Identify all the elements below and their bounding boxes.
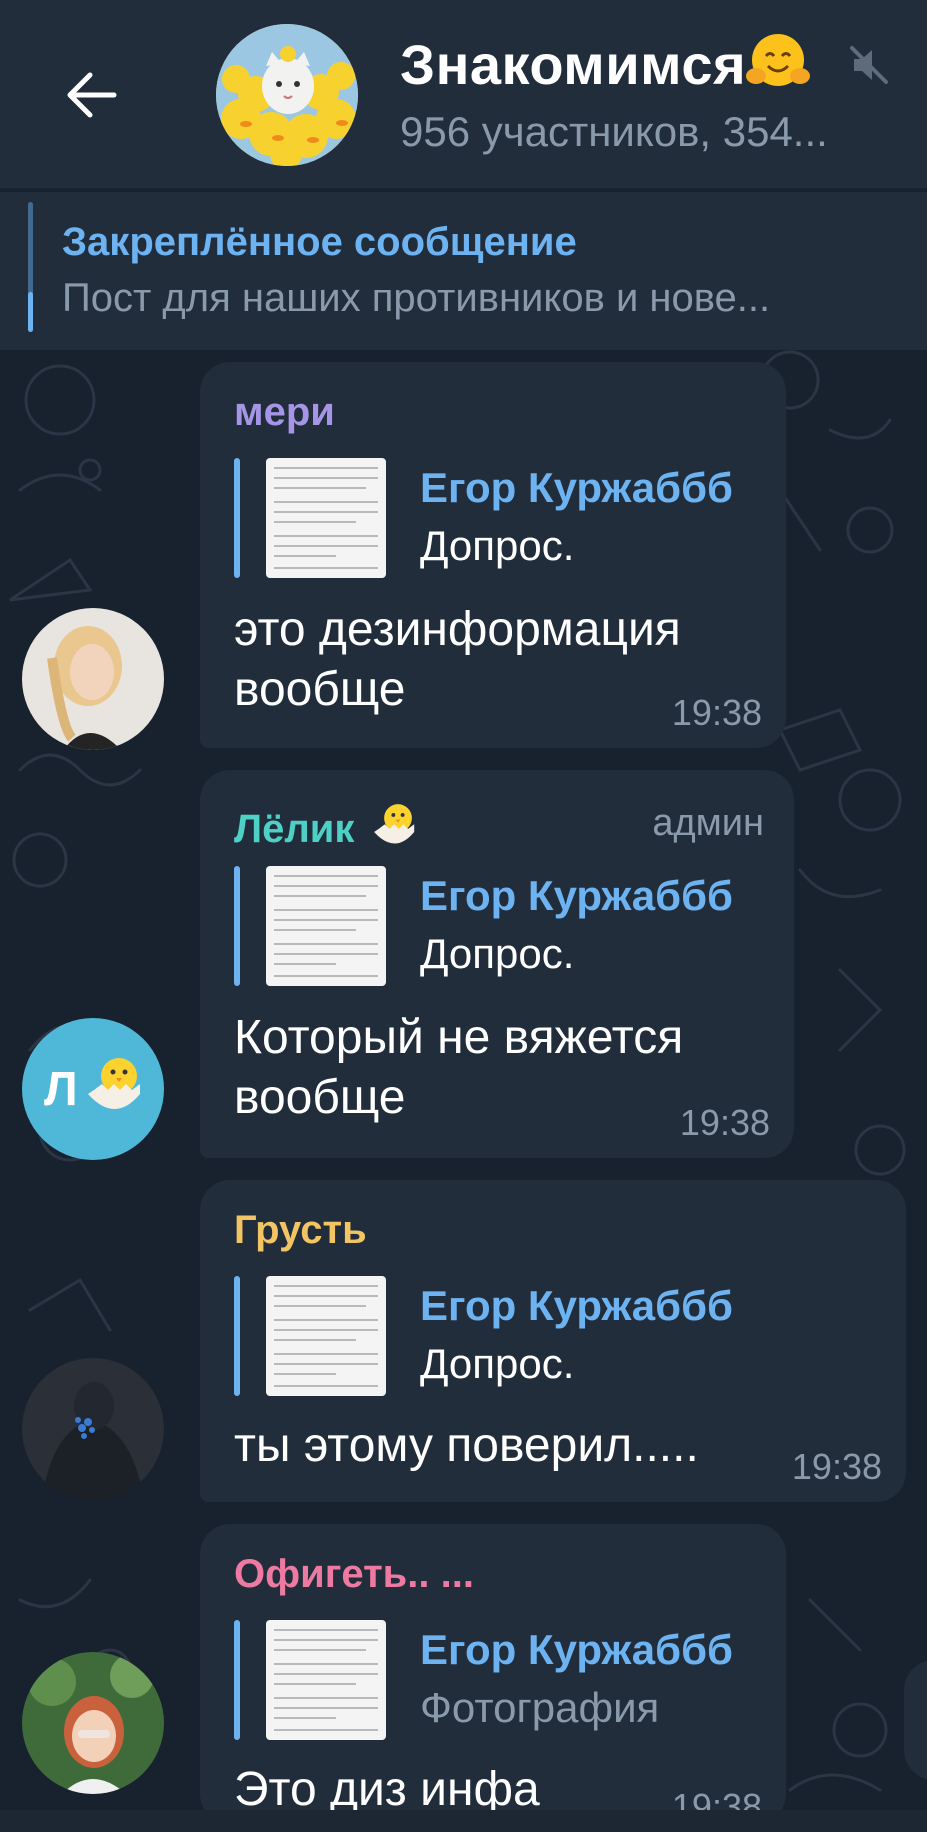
chat-header: Знакомимся 956 участников, 354... <box>0 0 927 190</box>
reply-text: Допрос. <box>420 522 575 569</box>
reply-preview[interactable]: Егор Куржаббб Допрос. <box>234 866 733 986</box>
user-photo-avatar <box>22 608 164 750</box>
reply-text: Допрос. <box>420 1340 575 1387</box>
message-time: 19:38 <box>791 1446 882 1487</box>
message-bubble[interactable]: Грусть Егор Куржаббб Допрос. ты этому по… <box>200 1180 906 1502</box>
avatar[interactable] <box>22 1358 164 1500</box>
message-text: ты этому поверил..... <box>234 1419 699 1472</box>
reply-text: Допрос. <box>420 930 575 977</box>
reply-thumbnail <box>266 866 386 986</box>
user-photo-avatar <box>22 1652 164 1794</box>
reply-accent-line <box>234 458 240 578</box>
reply-thumbnail <box>266 1276 386 1396</box>
message-time: 19:38 <box>671 692 762 733</box>
back-arrow-icon <box>67 72 117 118</box>
pinned-message-bar[interactable]: Закреплённое сообщение Пост для наших пр… <box>0 192 927 350</box>
message-bubble[interactable]: Офигеть.. ... Егор Куржаббб Фотография Э… <box>200 1524 786 1827</box>
reply-preview[interactable]: Егор Куржаббб Фотография <box>234 1620 733 1740</box>
pinned-text: Пост для наших противников и нове... <box>62 276 771 320</box>
back-button[interactable] <box>52 55 132 135</box>
muted-speaker-icon <box>850 46 888 84</box>
message-time: 19:38 <box>679 1102 770 1143</box>
reply-accent-line <box>234 866 240 986</box>
reply-accent-line <box>234 1620 240 1740</box>
reply-thumbnail <box>266 458 386 578</box>
reply-thumbnail <box>266 1620 386 1740</box>
reply-author: Егор Куржаббб <box>420 872 733 919</box>
chat-avatar[interactable] <box>216 24 358 166</box>
sender-name[interactable]: мери <box>234 390 335 435</box>
reply-preview[interactable]: Егор Куржаббб Допрос. <box>234 458 733 578</box>
chat-title: Знакомимся <box>400 30 811 97</box>
hatching-chick-icon <box>88 1058 140 1109</box>
sender-name-text: Лёлик <box>234 807 355 851</box>
admin-badge: админ <box>652 802 764 844</box>
sender-name[interactable]: Грусть <box>234 1208 367 1253</box>
avatar[interactable] <box>22 1652 164 1794</box>
chat-subtitle: 956 участников, 354... <box>400 108 828 155</box>
avatar[interactable] <box>22 608 164 750</box>
avatar-letter: Л <box>44 1063 78 1116</box>
hugging-face-emoji-icon <box>746 33 811 96</box>
reply-author: Егор Куржаббб <box>420 1282 733 1329</box>
chat-screen: Знакомимся 956 участников, 354... Закреп… <box>0 0 927 1832</box>
reply-author: Егор Куржаббб <box>420 464 733 511</box>
reply-accent-line <box>234 1276 240 1396</box>
reply-text: Фотография <box>420 1684 660 1731</box>
pinned-indicator-active <box>28 292 33 332</box>
message-bubble[interactable]: мери Егор Куржаббб Допрос. это дезинформ… <box>200 362 786 748</box>
scroll-down-button[interactable] <box>904 1660 927 1780</box>
hatching-chick-icon <box>374 804 415 844</box>
pinned-title: Закреплённое сообщение <box>62 220 577 264</box>
ducks-avatar-image <box>216 24 358 166</box>
reply-preview[interactable]: Егор Куржаббб Допрос. <box>234 1276 733 1396</box>
bottom-edge <box>0 1810 927 1832</box>
sender-name[interactable]: Лёлик <box>234 798 423 852</box>
user-photo-avatar <box>22 1358 164 1500</box>
message-bubble[interactable]: Лёлик админ Егор Куржаббб Допрос. Которы… <box>200 770 794 1158</box>
avatar[interactable]: Л <box>22 1018 164 1160</box>
reply-author: Егор Куржаббб <box>420 1626 733 1673</box>
sender-name[interactable]: Офигеть.. ... <box>234 1552 474 1597</box>
